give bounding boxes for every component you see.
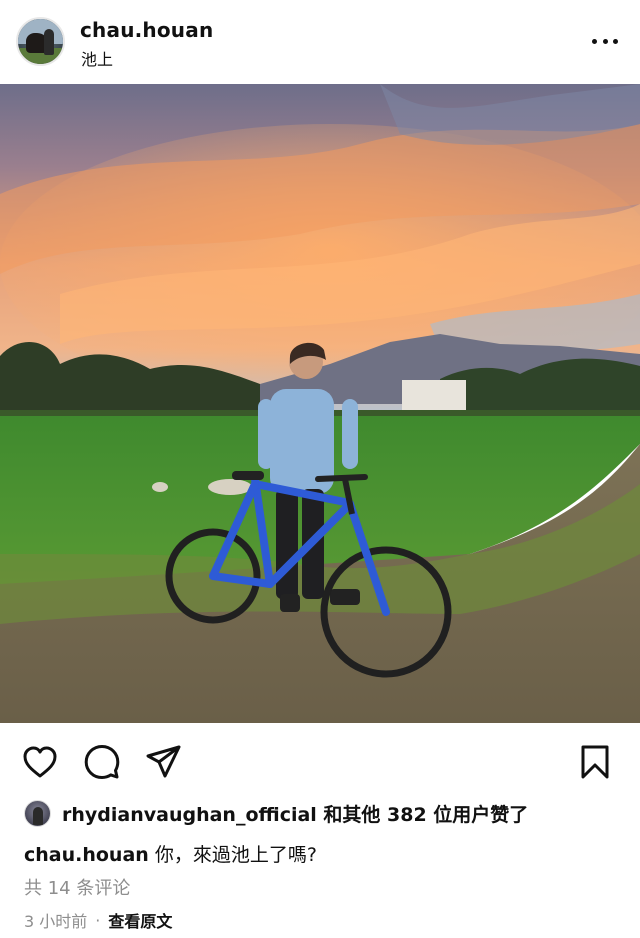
user-avatar[interactable] xyxy=(16,17,65,66)
post-username[interactable]: chau.houan xyxy=(80,18,213,42)
view-comments-link[interactable]: 共 14 条评论 xyxy=(24,874,130,900)
caption-text: 你，來過池上了嗎? xyxy=(154,844,317,866)
likes-summary[interactable]: rhydianvaughan_official 和其他 382 位用户赞了 xyxy=(24,798,528,828)
post-header: chau.houan 池上 xyxy=(0,0,640,84)
caption-username[interactable]: chau.houan xyxy=(24,844,149,866)
comment-icon[interactable] xyxy=(83,743,121,781)
post-timestamp: 3 小时前 xyxy=(24,912,88,931)
view-original-link[interactable]: 查看原文 xyxy=(108,908,172,932)
bookmark-icon[interactable] xyxy=(576,743,614,781)
send-icon[interactable] xyxy=(145,743,183,781)
meta-separator: · xyxy=(95,910,101,930)
post-photo[interactable] xyxy=(0,84,640,723)
post-meta: 3 小时前 · 查看原文 xyxy=(24,908,172,932)
liker-avatar[interactable] xyxy=(24,799,51,827)
likes-text: rhydianvaughan_official 和其他 382 位用户赞了 xyxy=(62,803,529,826)
heart-icon[interactable] xyxy=(21,743,59,781)
post-location[interactable]: 池上 xyxy=(81,46,113,70)
more-horizontal-icon[interactable] xyxy=(592,36,618,46)
post-caption: chau.houan 你，來過池上了嗎? xyxy=(24,840,317,867)
action-bar xyxy=(0,723,640,793)
